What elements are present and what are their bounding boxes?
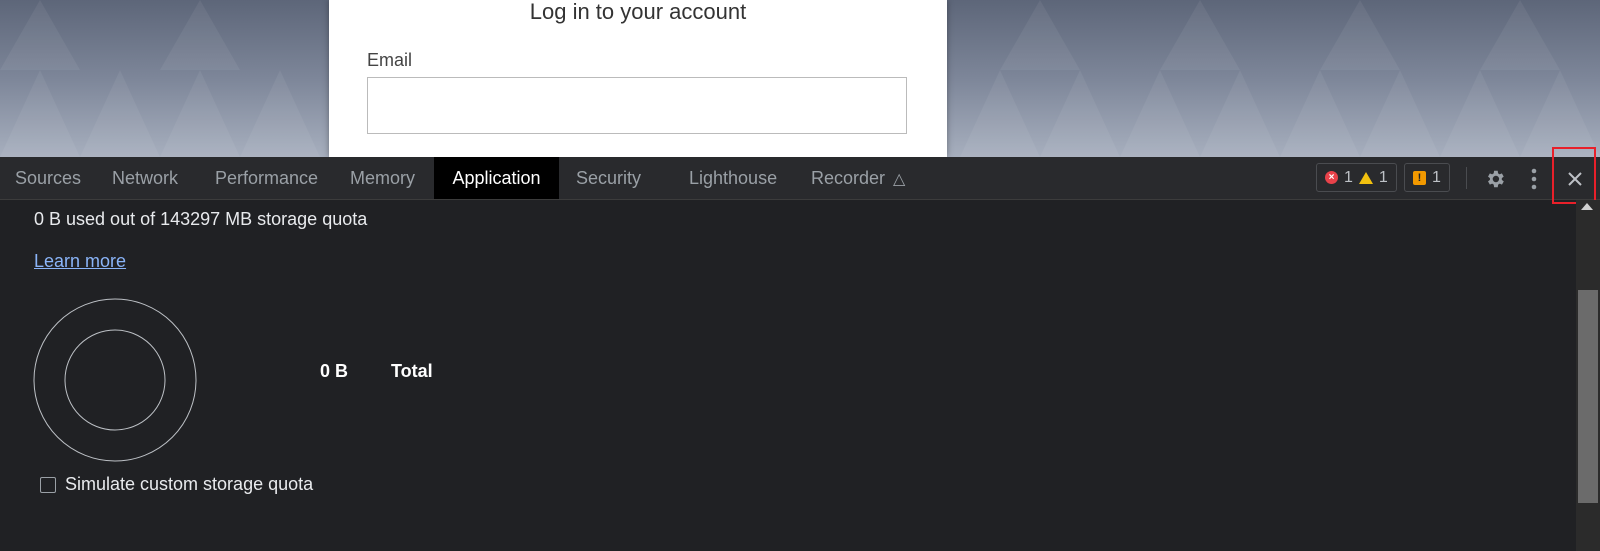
tab-network[interactable]: Network <box>112 157 178 199</box>
email-label: Email <box>367 50 413 70</box>
simulate-quota-row: Simulate custom storage quota <box>40 474 313 495</box>
scrollbar-thumb[interactable] <box>1578 290 1598 503</box>
learn-more-link[interactable]: Learn more <box>34 251 126 272</box>
vertical-scrollbar[interactable] <box>1576 200 1600 551</box>
email-field[interactable] <box>367 77 907 134</box>
login-card: Log in to your account Email <box>329 0 947 157</box>
tab-lighthouse[interactable]: Lighthouse <box>689 157 777 199</box>
total-label: Total <box>391 361 433 381</box>
inner-ring <box>64 329 166 431</box>
more-vertical-icon[interactable] <box>1520 157 1548 199</box>
tab-sources[interactable]: Sources <box>15 157 81 199</box>
error-icon: × <box>1325 171 1338 184</box>
tab-performance[interactable]: Performance <box>215 157 318 199</box>
outer-ring <box>33 298 197 462</box>
close-icon[interactable] <box>1558 157 1592 199</box>
tab-application[interactable]: Application <box>434 157 559 199</box>
issue-icon: ! <box>1413 170 1426 185</box>
tab-security[interactable]: Security <box>576 157 641 199</box>
error-count: 1 <box>1344 168 1353 186</box>
tab-recorder-label: Recorder <box>811 168 886 188</box>
devtools-tabbar: Sources Network Performance Memory Appli… <box>0 147 1600 204</box>
storage-panel: 0 B used out of 143297 MB storage quota … <box>0 200 1574 551</box>
total-value: 0 B <box>320 361 349 381</box>
toolbar-divider <box>1466 167 1467 189</box>
warning-count: 1 <box>1378 168 1388 186</box>
gear-icon[interactable] <box>1479 157 1511 199</box>
simulate-quota-label[interactable]: Simulate custom storage quota <box>65 474 313 495</box>
simulate-quota-checkbox[interactable] <box>40 476 56 493</box>
issues-counter-button[interactable]: ! 1 <box>1404 163 1450 192</box>
tab-recorder[interactable]: Recorder △ <box>811 157 905 199</box>
scroll-up-arrow-icon[interactable] <box>1581 203 1593 210</box>
issue-count: 1 <box>1432 168 1441 186</box>
storage-usage-chart <box>33 298 197 462</box>
flask-icon: △ <box>893 171 906 188</box>
storage-quota-text: 0 B used out of 143297 MB storage quota <box>34 209 368 229</box>
tab-memory[interactable]: Memory <box>350 157 415 199</box>
devtools-panel: Sources Network Performance Memory Appli… <box>0 147 1600 551</box>
login-title: Log in to your account <box>529 0 747 24</box>
console-counter-button[interactable]: × 1 1 <box>1316 163 1397 192</box>
warning-icon <box>1358 171 1373 184</box>
